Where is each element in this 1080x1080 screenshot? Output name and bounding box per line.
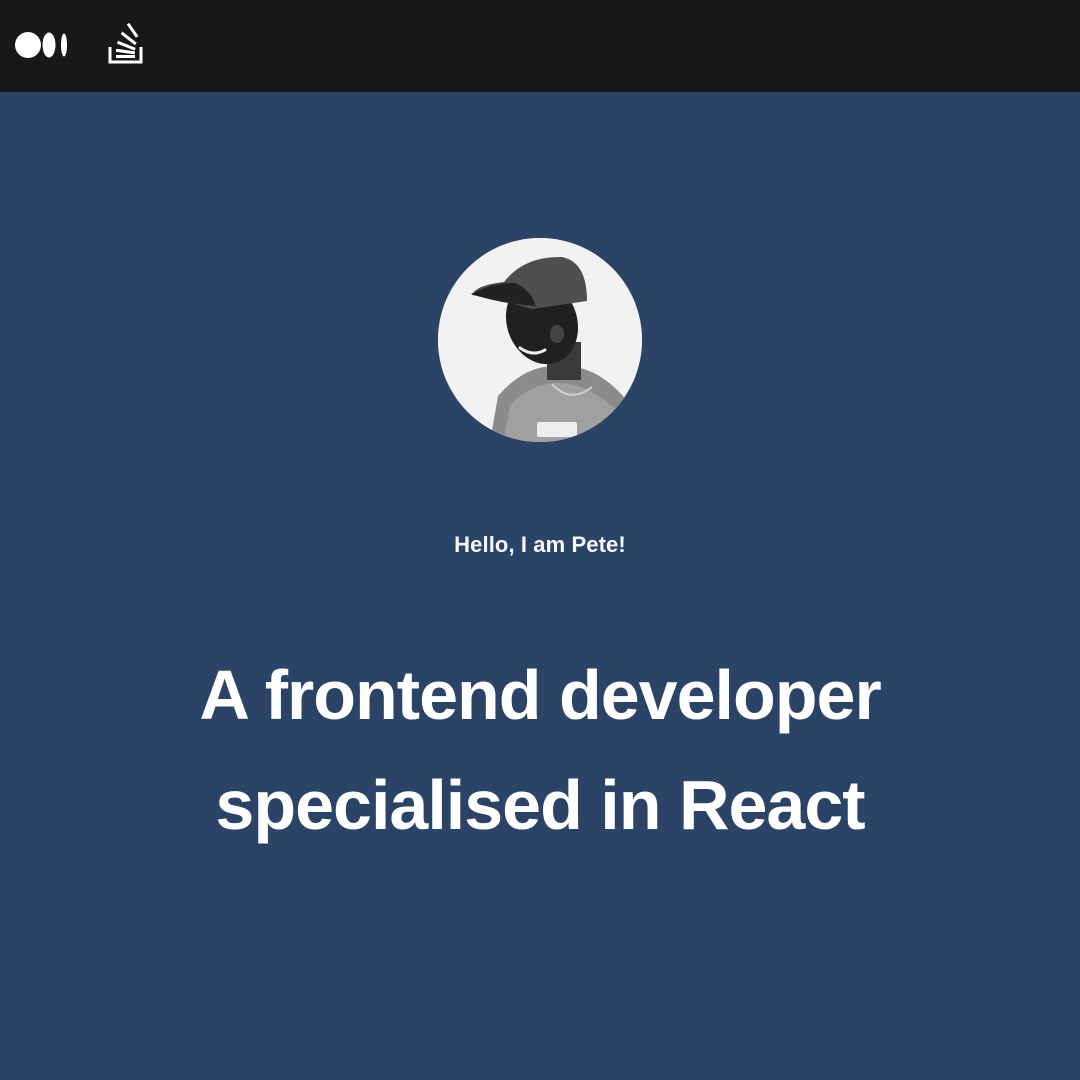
headline-line-2: specialised in React (215, 766, 865, 844)
top-navigation-bar (0, 0, 1080, 92)
medium-icon (15, 32, 67, 58)
stack-overflow-icon (108, 22, 143, 64)
profile-avatar (438, 238, 642, 442)
profile-photo (438, 238, 642, 442)
medium-link[interactable] (13, 22, 71, 68)
greeting-text: Hello, I am Pete! (454, 532, 626, 557)
headline-line-1: A frontend developer (199, 656, 881, 734)
stack-overflow-link[interactable] (106, 22, 146, 68)
hero-headline: A frontend developer specialised in Reac… (0, 640, 1080, 860)
